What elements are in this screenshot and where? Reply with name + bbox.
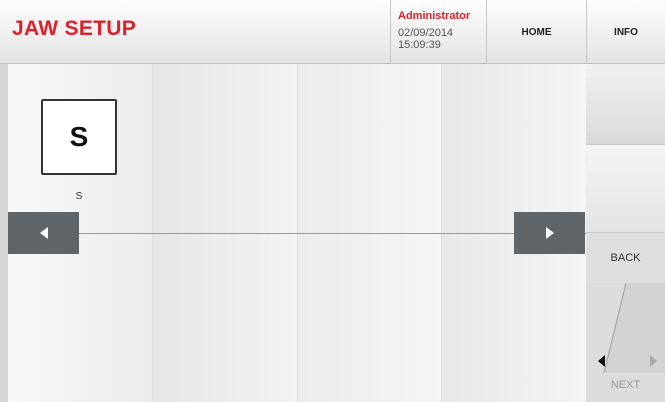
user-status-panel: Administrator 02/09/2014 15:09:39 bbox=[390, 0, 486, 64]
jaw-selection-area: S S bbox=[8, 64, 586, 402]
back-button[interactable]: BACK bbox=[586, 233, 665, 283]
triangle-left-icon bbox=[39, 227, 48, 239]
user-name: Administrator bbox=[398, 10, 471, 22]
home-button[interactable]: HOME bbox=[486, 0, 586, 64]
current-date: 02/09/2014 bbox=[398, 27, 454, 39]
side-slot-middle bbox=[586, 145, 665, 233]
scroll-left-button[interactable] bbox=[8, 212, 79, 254]
previous-page-button[interactable] bbox=[586, 283, 626, 373]
jaw-option-tile[interactable]: S bbox=[41, 99, 117, 175]
triangle-right-icon bbox=[545, 227, 554, 239]
header-bar: JAW SETUP Administrator 02/09/2014 15:09… bbox=[0, 0, 665, 64]
side-panel: BACK NEXT bbox=[586, 64, 665, 402]
next-page-arrow-button[interactable] bbox=[626, 283, 665, 373]
page-navigator: NEXT bbox=[586, 283, 665, 402]
page-title: JAW SETUP bbox=[12, 17, 137, 40]
jaw-option-caption: S bbox=[75, 191, 83, 202]
current-time: 15:09:39 bbox=[398, 39, 441, 51]
next-button[interactable]: NEXT bbox=[586, 379, 665, 391]
scroll-right-button[interactable] bbox=[514, 212, 585, 254]
scroll-track-line bbox=[8, 233, 586, 234]
side-slot-top bbox=[586, 64, 665, 145]
info-button[interactable]: INFO bbox=[586, 0, 665, 64]
